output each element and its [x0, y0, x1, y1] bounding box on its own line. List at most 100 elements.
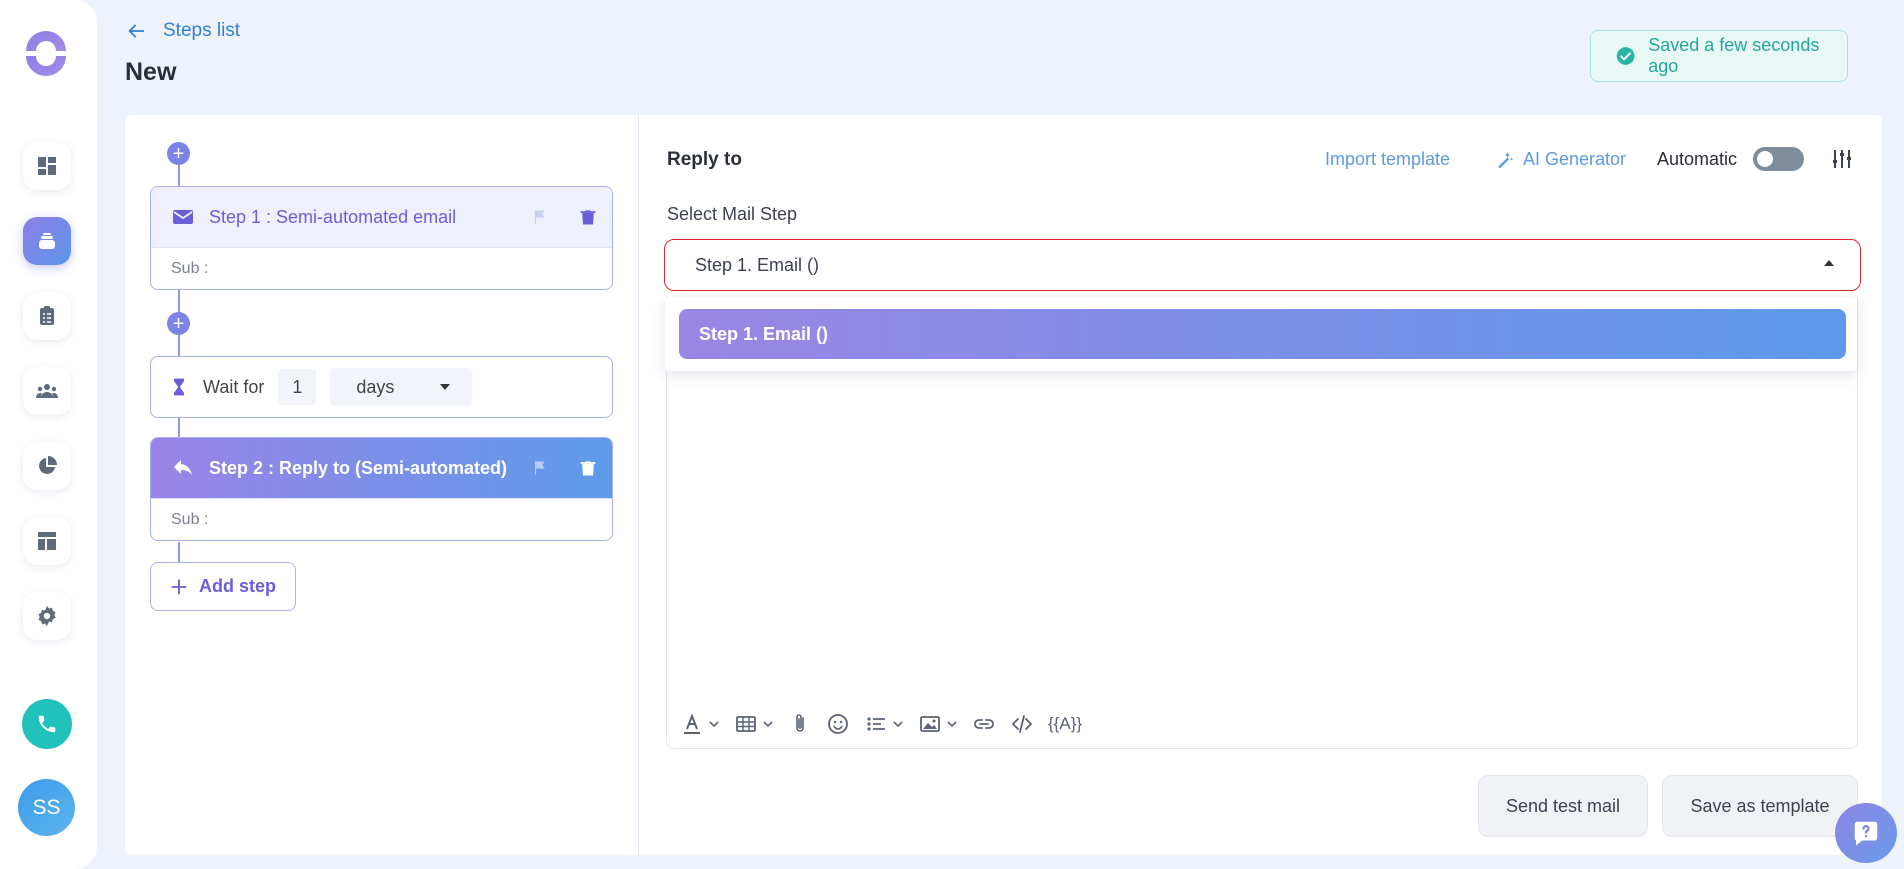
- user-avatar[interactable]: SS: [18, 779, 75, 836]
- trash-icon[interactable]: [578, 458, 598, 478]
- link-button[interactable]: [972, 712, 996, 736]
- wait-label: Wait for: [203, 376, 265, 397]
- add-step-button[interactable]: Add step: [150, 562, 296, 611]
- pie-chart-icon: [39, 456, 57, 474]
- plus-icon: [171, 578, 187, 595]
- arrow-left-icon: [128, 24, 145, 38]
- caret-down-icon: [440, 384, 451, 390]
- add-step-label: Add step: [199, 576, 277, 596]
- import-template-link[interactable]: Import template: [1325, 149, 1450, 170]
- trash-icon[interactable]: [578, 207, 598, 227]
- gear-icon: [38, 606, 56, 626]
- automatic-label: Automatic: [1657, 149, 1738, 169]
- select-mail-step-label: Select Mail Step: [667, 204, 798, 224]
- campaigns-icon: [39, 233, 55, 249]
- flag-icon[interactable]: [530, 458, 550, 478]
- back-to-steps-list-link[interactable]: Steps list: [125, 20, 240, 42]
- send-test-mail-button[interactable]: Send test mail: [1478, 775, 1648, 837]
- help-chat-button[interactable]: [1835, 803, 1897, 863]
- code-icon: [1011, 715, 1033, 733]
- chevron-down-icon: [893, 721, 903, 728]
- connector-line: [178, 336, 180, 356]
- flag-icon[interactable]: [530, 207, 550, 227]
- save-as-template-button[interactable]: Save as template: [1662, 775, 1858, 837]
- hourglass-icon: [174, 378, 184, 396]
- sidebar-item-campaigns[interactable]: [23, 217, 71, 265]
- check-circle-icon: [1616, 47, 1635, 65]
- toggle-knob: [1757, 151, 1773, 167]
- dashboard-icon: [38, 157, 56, 175]
- sidebar-item-templates[interactable]: [23, 517, 71, 565]
- clipboard-icon: [40, 306, 54, 325]
- bullet-list-icon: [867, 717, 885, 731]
- step-1-title: Step 1 : Semi-automated email: [209, 206, 457, 227]
- send-test-mail-label: Send test mail: [1505, 795, 1621, 816]
- ai-generator-label: AI Generator: [1523, 149, 1627, 169]
- mail-step-select-value: Step 1. Email (): [695, 254, 820, 275]
- reply-icon: [174, 460, 192, 475]
- ai-generator-link[interactable]: AI Generator: [1495, 149, 1626, 170]
- mail-icon: [173, 210, 193, 224]
- insert-step-button[interactable]: +: [167, 312, 190, 335]
- automatic-toggle[interactable]: [1753, 147, 1804, 171]
- connector-line: [178, 418, 180, 438]
- variables-button[interactable]: {{A}}: [1048, 714, 1082, 734]
- emoji-button[interactable]: [826, 712, 850, 736]
- editor-toolbar: {{A}}: [680, 710, 1096, 738]
- chevron-down-icon: [763, 721, 773, 728]
- image-icon: [920, 716, 940, 732]
- step-card-1[interactable]: Step 1 : Semi-automated email Sub :: [150, 186, 613, 290]
- step-2-header[interactable]: Step 2 : Reply to (Semi-automated): [151, 438, 612, 498]
- connector-line: [178, 164, 180, 186]
- sidebar-item-dashboard[interactable]: [23, 142, 71, 190]
- sidebar-item-team[interactable]: [23, 367, 71, 415]
- chevron-down-icon: [709, 721, 719, 728]
- caret-up-icon: [1824, 260, 1834, 266]
- step-2-title: Step 2 : Reply to (Semi-automated): [209, 457, 508, 478]
- phone-button[interactable]: [22, 699, 72, 749]
- text-color-button[interactable]: [680, 712, 720, 736]
- step-2-subject: Sub :: [151, 498, 612, 540]
- saved-status-badge: Saved a few seconds ago: [1590, 30, 1848, 82]
- code-button[interactable]: [1010, 712, 1034, 736]
- table-button[interactable]: [734, 712, 774, 736]
- magic-wand-icon: [1498, 152, 1514, 168]
- sidebar-item-settings[interactable]: [23, 592, 71, 640]
- nav-rail: SS: [0, 0, 97, 869]
- sidebar-item-reports[interactable]: [23, 442, 71, 490]
- saved-status-text: Saved a few seconds ago: [1648, 35, 1820, 76]
- insert-step-button[interactable]: +: [167, 142, 190, 165]
- sidebar-item-tasks[interactable]: [23, 292, 71, 340]
- paperclip-icon: [796, 714, 804, 732]
- mail-step-select[interactable]: Step 1. Email (): [664, 239, 1861, 291]
- dropdown-option-label: Step 1. Email (): [699, 323, 829, 344]
- help-chat-icon: [1854, 821, 1878, 846]
- save-as-template-label: Save as template: [1690, 795, 1830, 816]
- import-template-label: Import template: [1325, 149, 1451, 169]
- wait-days-input[interactable]: 1: [278, 369, 317, 405]
- connector-line: [178, 542, 180, 562]
- mail-step-dropdown: Step 1. Email (): [665, 297, 1857, 371]
- logo-icon[interactable]: [22, 29, 70, 77]
- layout-icon: [38, 532, 56, 550]
- text-color-icon: [684, 713, 700, 734]
- sliders-icon[interactable]: [1830, 147, 1854, 171]
- list-button[interactable]: [864, 712, 904, 736]
- phone-icon: [38, 715, 56, 733]
- step-card-2[interactable]: Step 2 : Reply to (Semi-automated) Sub :: [150, 437, 613, 541]
- dropdown-option[interactable]: Step 1. Email (): [679, 309, 1846, 359]
- wait-days-value: 1: [292, 376, 303, 397]
- chevron-down-icon: [947, 721, 957, 728]
- back-link-label: Steps list: [163, 20, 241, 41]
- wait-step: Wait for 1 days: [150, 356, 613, 418]
- team-icon: [36, 384, 58, 398]
- page-title: New: [125, 58, 177, 86]
- step-1-subject: Sub :: [151, 247, 612, 289]
- image-button[interactable]: [918, 712, 958, 736]
- attachment-button[interactable]: [788, 712, 812, 736]
- wait-unit-select[interactable]: days: [330, 368, 473, 406]
- emoji-icon: [828, 714, 848, 734]
- avatar-initials: SS: [32, 795, 61, 819]
- step-1-header[interactable]: Step 1 : Semi-automated email: [151, 187, 612, 247]
- table-icon: [736, 716, 756, 732]
